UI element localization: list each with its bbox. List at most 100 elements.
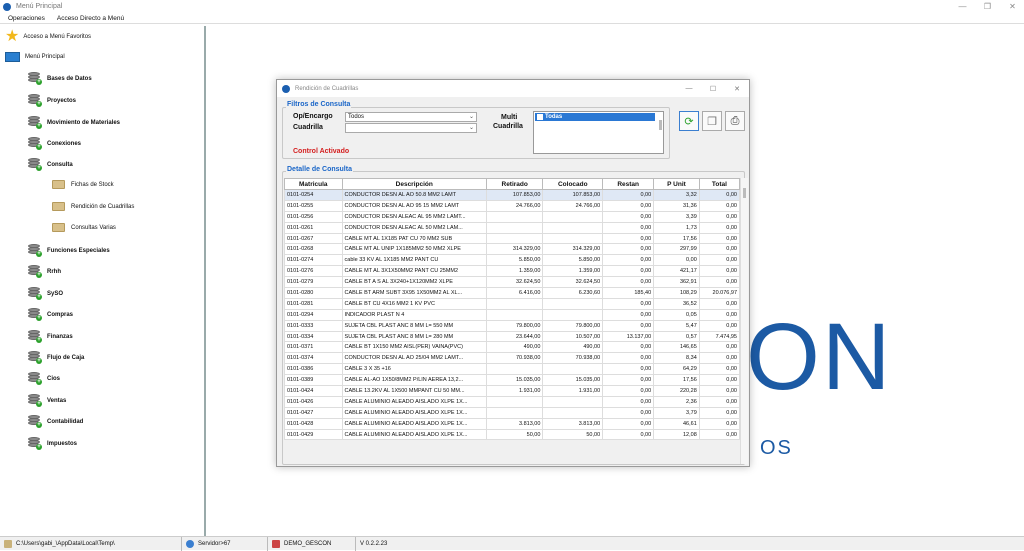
table-cell: 0,00 — [698, 297, 741, 310]
cuadrilla-combo[interactable]: ⌄ — [345, 123, 477, 133]
minimize-icon[interactable]: — — [677, 80, 701, 97]
sidebar-item-impuestos[interactable]: + Impuestos — [28, 437, 77, 450]
sidebar-item-ventas[interactable]: + Ventas — [28, 394, 66, 407]
scrollbar-thumb[interactable] — [743, 188, 746, 198]
sidebar-item-bases-de-datos[interactable]: + Bases de Datos — [28, 72, 92, 85]
column-header[interactable]: Restan — [602, 178, 655, 190]
sidebar-item-rendici-n-de-cuadrillas[interactable]: Rendición de Cuadrillas — [52, 202, 134, 211]
scrollbar[interactable] — [659, 120, 662, 130]
print-button[interactable]: ⎙ — [725, 111, 745, 131]
table-cell: CABLE 13.2KV AL 1X500 MMPANT CU 50 MM... — [341, 385, 487, 397]
table-row[interactable]: 0101-0374 CONDUCTOR DESN AL AO 25/04 MM2 … — [284, 352, 741, 365]
sidebar-item-favorites[interactable]: ★ Acceso a Menú Favoritos — [5, 29, 91, 45]
dialog-titlebar: Rendición de Cuadrillas — ☐ ✕ — [277, 80, 749, 97]
table-row[interactable]: 0101-0386 CABLE 3 X 35 +16 0,00 64,29 0,00 — [284, 363, 741, 376]
table-row[interactable]: 0101-0279 CABLE BT A S AL 3X240+1X120MM2 … — [284, 276, 741, 289]
sidebar-item-consultas-varias[interactable]: Consultas Varias — [52, 223, 116, 232]
table-row[interactable]: 0101-0276 CABLE MT AL 3X1X50MM2 PANT CU 2… — [284, 265, 741, 278]
table-cell: 0,00 — [698, 406, 741, 419]
table-cell: 0101-0334 — [284, 330, 343, 343]
table-cell: 0101-0426 — [284, 395, 343, 408]
column-header[interactable]: Retirado — [485, 178, 544, 190]
table-row[interactable]: 0101-0255 CONDUCTOR DESN AL AO 95 15 MM2 … — [284, 199, 741, 212]
copy-button[interactable]: ❐ — [702, 111, 722, 131]
sidebar-item-rrhh[interactable]: + Rrhh — [28, 265, 61, 278]
table-cell: 0101-0294 — [284, 308, 343, 321]
close-icon[interactable]: ✕ — [725, 80, 749, 97]
maximize-icon[interactable]: ☐ — [701, 80, 725, 97]
column-header[interactable]: Descripción — [341, 178, 487, 190]
menu-bar: Operaciones Acceso Directo a Menú — [0, 13, 1024, 24]
table-row[interactable]: 0101-0294 INDICADOR PLAST N 4 0,00 0,05 0,00 — [284, 308, 741, 321]
table-row[interactable]: 0101-0371 CABLE BT 1X150 MM2 AISL(PER) VA… — [284, 341, 741, 354]
sidebar-item-funciones-especiales[interactable]: + Funciones Especiales — [28, 244, 110, 257]
app-icon — [282, 84, 290, 93]
op-combo[interactable]: Todos ⌄ — [345, 112, 477, 122]
table-cell: CABLE ALUMINIO ALEADO AISLADO XLPE 1X... — [341, 406, 487, 419]
table-cell: 146,65 — [653, 341, 700, 354]
table-row[interactable]: 0101-0427 CABLE ALUMINIO ALEADO AISLADO X… — [284, 406, 741, 419]
checkbox-icon[interactable] — [537, 114, 543, 120]
table-row[interactable]: 0101-0428 CABLE ALUMINIO ALEADO AISLADO X… — [284, 417, 741, 430]
multi-cuadrilla-list[interactable]: Todas — [533, 111, 664, 154]
table-row[interactable]: 0101-0268 CABLE MT AL UNIP 1X185MM2 50 MM… — [284, 243, 741, 256]
table-row[interactable]: 0101-0261 CONDUCTOR DESN ALEAC AL 50 MM2 … — [284, 221, 741, 234]
column-header[interactable]: Colocado — [542, 178, 604, 190]
table-scrollbar[interactable] — [740, 178, 748, 464]
table-cell: 17,56 — [653, 374, 700, 387]
table-row[interactable]: 0101-0281 CABLE BT CU 4X16 MM2 1 KV PVC 0,… — [284, 297, 741, 310]
table-cell: 79.800,00 — [485, 319, 544, 332]
column-header[interactable]: P Unit — [653, 178, 700, 190]
table-cell: 79.800,00 — [542, 319, 604, 332]
detail-table: Matricula Descripción Retirado Colocado Rest… — [284, 178, 741, 441]
table-cell: 7.474,95 — [698, 330, 741, 343]
table-cell: 0,00 — [602, 232, 655, 245]
maximize-icon[interactable]: ❐ — [975, 0, 1000, 13]
table-row[interactable]: 0101-0429 CABLE ALUMINIO ALEADO AISLADO X… — [284, 428, 741, 441]
table-row[interactable]: 0101-0274 cable 33 KV AL 1X185 MM2 PANT C… — [284, 254, 741, 267]
table-row[interactable]: 0101-0389 CABLE AL-AO 1X50/8MM2 P/LIN AER… — [284, 374, 741, 387]
table-cell: 10.507,00 — [542, 330, 604, 343]
sidebar-item-consulta[interactable]: + Consulta — [28, 158, 73, 171]
table-row[interactable]: 0101-0426 CABLE ALUMINIO ALEADO AISLADO X… — [284, 395, 741, 408]
close-icon[interactable]: ✕ — [1000, 0, 1024, 13]
column-header[interactable]: Total — [698, 178, 741, 190]
table-row[interactable]: 0101-0254 CONDUCTOR DESN AL AO 50.8 MM2 L… — [284, 189, 741, 201]
sidebar-item-compras[interactable]: + Compras — [28, 308, 73, 321]
menu-acceso-directo[interactable]: Acceso Directo a Menú — [57, 15, 124, 22]
table-cell: 0,00 — [698, 276, 741, 289]
table-row[interactable]: 0101-0424 CABLE 13.2KV AL 1X500 MMPANT CU… — [284, 385, 741, 397]
sidebar-item-flujo-de-caja[interactable]: + Flujo de Caja — [28, 351, 84, 364]
sidebar-item-syso[interactable]: + SySO — [28, 287, 63, 300]
table-row[interactable]: 0101-0333 SUJETA CBL PLAST ANC 8 MM L= 55… — [284, 319, 741, 332]
table-cell: 0101-0256 — [284, 210, 343, 223]
table-cell: 0101-0255 — [284, 199, 343, 212]
detail-title: Detalle de Consulta — [286, 166, 353, 173]
list-item[interactable]: Todas — [535, 113, 655, 121]
status-bar: C:\Users\gabi_\AppData\Local\Temp\ Servi… — [0, 536, 1024, 551]
sidebar-item-conexiones[interactable]: + Conexiones — [28, 137, 81, 150]
table-row[interactable]: 0101-0256 CONDUCTOR DESN ALEAC AL 95 MM2 … — [284, 210, 741, 223]
minimize-icon[interactable]: — — [950, 0, 975, 13]
cuadrilla-label: Cuadrilla — [293, 124, 323, 131]
sidebar-item-fichas-de-stock[interactable]: Fichas de Stock — [52, 180, 114, 189]
sidebar-item-contabilidad[interactable]: + Contabilidad — [28, 415, 83, 428]
menu-operaciones[interactable]: Operaciones — [8, 15, 45, 22]
table-row[interactable]: 0101-0267 CABLE MT AL 1X185 PAT CU 70 MM2… — [284, 232, 741, 245]
sidebar-item-root[interactable]: Menú Principal — [5, 52, 65, 62]
table-cell: 0,00 — [653, 254, 700, 267]
refresh-button[interactable]: ⟳ — [679, 111, 699, 131]
table-row[interactable]: 0101-0334 SUJETA CBL PLAST ANC 8 MM L= 28… — [284, 330, 741, 343]
table-cell: 0101-0428 — [284, 417, 343, 430]
table-cell: 0101-0268 — [284, 243, 343, 256]
table-cell: 314.329,00 — [542, 243, 604, 256]
sidebar-item-movimiento-de-materiales[interactable]: + Movimiento de Materiales — [28, 116, 120, 129]
table-cell: 12,08 — [653, 428, 700, 441]
sidebar-item-finanzas[interactable]: + Finanzas — [28, 330, 73, 343]
sidebar-item-cios[interactable]: + Cios — [28, 372, 60, 385]
table-cell: 0101-0371 — [284, 341, 343, 354]
column-header[interactable]: Matricula — [284, 178, 343, 190]
table-cell: 0,57 — [653, 330, 700, 343]
sidebar-item-proyectos[interactable]: + Proyectos — [28, 94, 76, 107]
table-row[interactable]: 0101-0280 CABLE BT ARM SUBT 3X95 1X50MM2 … — [284, 287, 741, 299]
